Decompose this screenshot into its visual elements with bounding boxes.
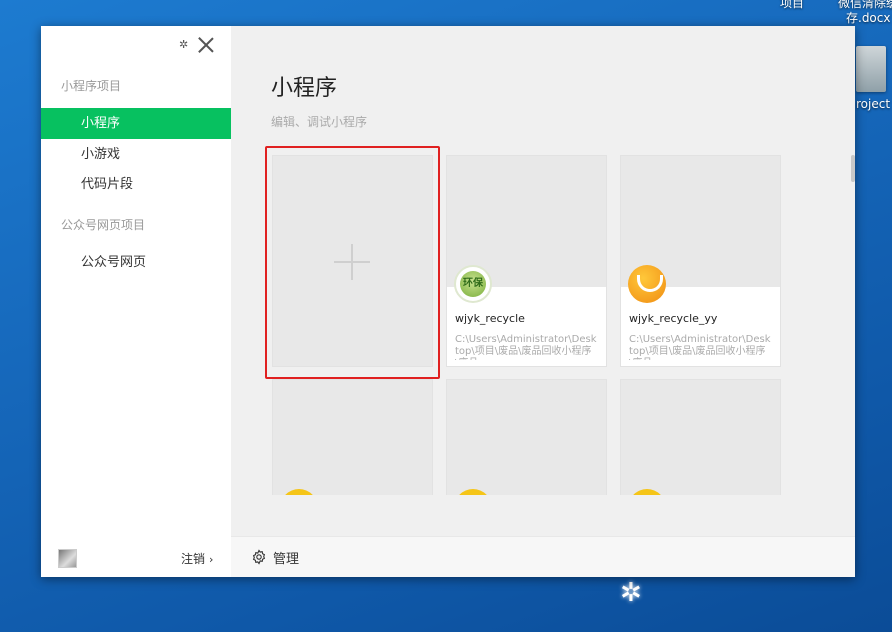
project-card[interactable]: [446, 379, 607, 495]
chevron-right-icon: ›: [209, 553, 214, 566]
devtools-window: ✲ 小程序项目 小程序 小游戏 代码片段 公众号网页项目 公众号网页 注销 › 小…: [41, 26, 855, 577]
desktop-label-docx-2[interactable]: 存.docx: [846, 9, 890, 26]
desktop-flower-icon: ✲: [620, 578, 642, 608]
sidebar-item-miniprogram[interactable]: 小程序: [41, 108, 231, 139]
project-path: C:\Users\Administrator\Desktop\项目\废品\废品回…: [455, 334, 597, 360]
section-title-miniprogram: 小程序项目: [61, 79, 122, 93]
project-thumbnail: [447, 380, 606, 495]
sidebar: ✲ 小程序项目 小程序 小游戏 代码片段 公众号网页项目 公众号网页 注销 ›: [41, 26, 231, 577]
avatar[interactable]: [58, 549, 77, 568]
bottom-bar: 管理: [231, 536, 855, 577]
page-subtitle: 编辑、调试小程序: [271, 115, 368, 129]
project-name: wjyk_recycle: [455, 312, 525, 325]
project-thumbnail: [621, 380, 780, 495]
window-controls: ✲: [179, 34, 215, 56]
project-card[interactable]: [272, 379, 433, 495]
project-card[interactable]: 环保 wjyk_recycle C:\Users\Administrator\D…: [446, 155, 607, 367]
project-grid: 环保 wjyk_recycle C:\Users\Administrator\D…: [272, 155, 786, 495]
sidebar-item-minigame[interactable]: 小游戏: [41, 139, 231, 170]
leaf-logo-icon: [628, 265, 666, 303]
desktop-label-folder[interactable]: roject: [856, 97, 890, 111]
project-thumbnail: [273, 380, 432, 495]
close-icon[interactable]: [197, 36, 215, 54]
section-title-official: 公众号网页项目: [61, 218, 146, 232]
manage-button[interactable]: 管理: [251, 547, 299, 567]
scrollbar-thumb[interactable]: [851, 155, 855, 182]
manage-label: 管理: [273, 551, 300, 567]
project-name: wjyk_recycle_yy: [629, 312, 718, 325]
project-card[interactable]: wjyk_recycle_yy C:\Users\Administrator\D…: [620, 155, 781, 367]
sidebar-footer: 注销 ›: [41, 541, 231, 577]
gear-icon: [252, 549, 266, 565]
settings-icon[interactable]: ✲: [179, 39, 191, 51]
main-panel: 小程序 编辑、调试小程序 环保 wjyk_recycle C:\Users\Ad…: [231, 26, 855, 536]
desktop-label-project[interactable]: 项目: [780, 0, 804, 11]
recycle-logo-text: 环保: [460, 271, 486, 297]
logout-label: 注销: [181, 552, 206, 566]
sidebar-item-official-web[interactable]: 公众号网页: [41, 247, 231, 278]
logout-button[interactable]: 注销 ›: [181, 550, 213, 567]
project-card[interactable]: [620, 379, 781, 495]
plus-icon: [334, 244, 370, 280]
recycle-logo-icon: 环保: [454, 265, 492, 303]
desktop-folder-icon[interactable]: [856, 46, 886, 92]
new-project-card[interactable]: [272, 155, 433, 367]
page-title: 小程序: [271, 76, 338, 101]
sidebar-item-code-snippet[interactable]: 代码片段: [41, 169, 231, 200]
project-path: C:\Users\Administrator\Desktop\项目\废品\废品回…: [629, 334, 771, 360]
